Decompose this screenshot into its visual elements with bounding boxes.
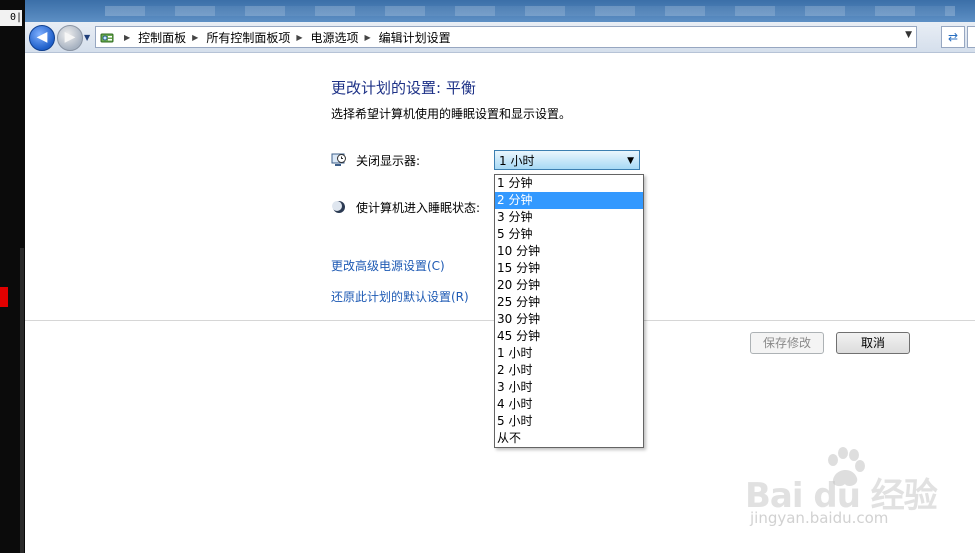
history-dropdown-icon[interactable]: ▼ xyxy=(84,33,90,42)
dropdown-option[interactable]: 45 分钟 xyxy=(495,328,643,345)
breadcrumb-separator-icon[interactable]: ▶ xyxy=(192,33,198,42)
save-button[interactable]: 保存修改 xyxy=(750,332,824,354)
back-button[interactable]: ◀ xyxy=(29,25,55,51)
dropdown-option[interactable]: 10 分钟 xyxy=(495,243,643,260)
advanced-power-settings-link[interactable]: 更改高级电源设置(C) xyxy=(331,257,445,274)
dropdown-option[interactable]: 1 小时 xyxy=(495,345,643,362)
breadcrumb-item[interactable]: 控制面板 xyxy=(138,29,186,46)
display-off-label: 关闭显示器: xyxy=(356,153,421,168)
breadcrumb-separator-icon[interactable]: ▶ xyxy=(365,33,371,42)
dropdown-option[interactable]: 30 分钟 xyxy=(495,311,643,328)
page-title: 更改计划的设置: 平衡 xyxy=(331,79,476,97)
breadcrumb-separator-icon[interactable]: ▶ xyxy=(124,33,130,42)
window-title-bar xyxy=(25,0,975,22)
background-window-fragment: 0| xyxy=(0,10,22,26)
back-arrow-icon: ◀ xyxy=(36,29,48,45)
breadcrumb-item[interactable]: 编辑计划设置 xyxy=(379,29,451,46)
watermark-url: jingyan.baidu.com xyxy=(750,509,889,527)
background-window-edge: 0| xyxy=(0,0,25,553)
sleep-label: 使计算机进入睡眠状态: xyxy=(356,200,481,215)
breadcrumb[interactable]: ▶ 控制面板 ▶ 所有控制面板项 ▶ 电源选项 ▶ 编辑计划设置 ▼ xyxy=(95,26,917,48)
dropdown-option[interactable]: 3 分钟 xyxy=(495,209,643,226)
dropdown-option[interactable]: 4 小时 xyxy=(495,396,643,413)
dropdown-option[interactable]: 2 小时 xyxy=(495,362,643,379)
display-off-select[interactable]: 1 小时 ▼ xyxy=(494,150,640,170)
background-scrollbar xyxy=(20,248,24,553)
display-off-dropdown-list[interactable]: 1 分钟 2 分钟 3 分钟 5 分钟 10 分钟 15 分钟 20 分钟 25 分钟 30 分… xyxy=(494,174,644,448)
dropdown-option[interactable]: 从不 xyxy=(495,430,643,447)
blurred-taskbar-strip xyxy=(105,6,955,16)
moon-icon xyxy=(332,201,345,213)
search-box-fragment[interactable]: ⊞ xyxy=(967,26,975,48)
dropdown-option[interactable]: 15 分钟 xyxy=(495,260,643,277)
cancel-button[interactable]: 取消 xyxy=(836,332,910,354)
breadcrumb-items: ▶ 控制面板 ▶ 所有控制面板项 ▶ 电源选项 ▶ 编辑计划设置 xyxy=(118,27,451,47)
dropdown-option[interactable]: 1 分钟 xyxy=(495,175,643,192)
watermark: Bai du 经验 jingyan.baidu.com xyxy=(745,446,975,536)
refresh-icon[interactable]: ⇄ xyxy=(941,26,965,48)
dropdown-option[interactable]: 20 分钟 xyxy=(495,277,643,294)
dropdown-option[interactable]: 5 小时 xyxy=(495,413,643,430)
forward-arrow-icon: ▶ xyxy=(64,29,76,45)
restore-defaults-link[interactable]: 还原此计划的默认设置(R) xyxy=(331,288,469,305)
dropdown-option[interactable]: 5 分钟 xyxy=(495,226,643,243)
sleep-setting-row: 使计算机进入睡眠状态: xyxy=(331,196,480,218)
chevron-down-icon: ▼ xyxy=(627,156,634,166)
display-setting-row: 关闭显示器: xyxy=(331,149,420,171)
forward-button[interactable]: ▶ xyxy=(57,25,83,51)
control-panel-icon xyxy=(100,33,114,43)
dropdown-option[interactable]: 2 分钟 xyxy=(495,192,643,209)
display-off-selected-value: 1 小时 xyxy=(499,154,535,168)
dropdown-option[interactable]: 3 小时 xyxy=(495,379,643,396)
address-bar: ◀ ▶ ▼ ▶ 控制面板 ▶ 所有控制面板项 ▶ 电源选项 ▶ 编辑计划设置 ▼ ⇄ ⊞ xyxy=(25,22,975,53)
address-dropdown-icon[interactable]: ▼ xyxy=(905,30,912,40)
monitor-clock-icon xyxy=(331,153,346,166)
page-subtitle: 选择希望计算机使用的睡眠设置和显示设置。 xyxy=(331,107,572,121)
breadcrumb-item[interactable]: 电源选项 xyxy=(311,29,359,46)
background-red-mark xyxy=(0,287,8,307)
dropdown-option[interactable]: 25 分钟 xyxy=(495,294,643,311)
breadcrumb-separator-icon[interactable]: ▶ xyxy=(296,33,302,42)
breadcrumb-item[interactable]: 所有控制面板项 xyxy=(206,29,290,46)
